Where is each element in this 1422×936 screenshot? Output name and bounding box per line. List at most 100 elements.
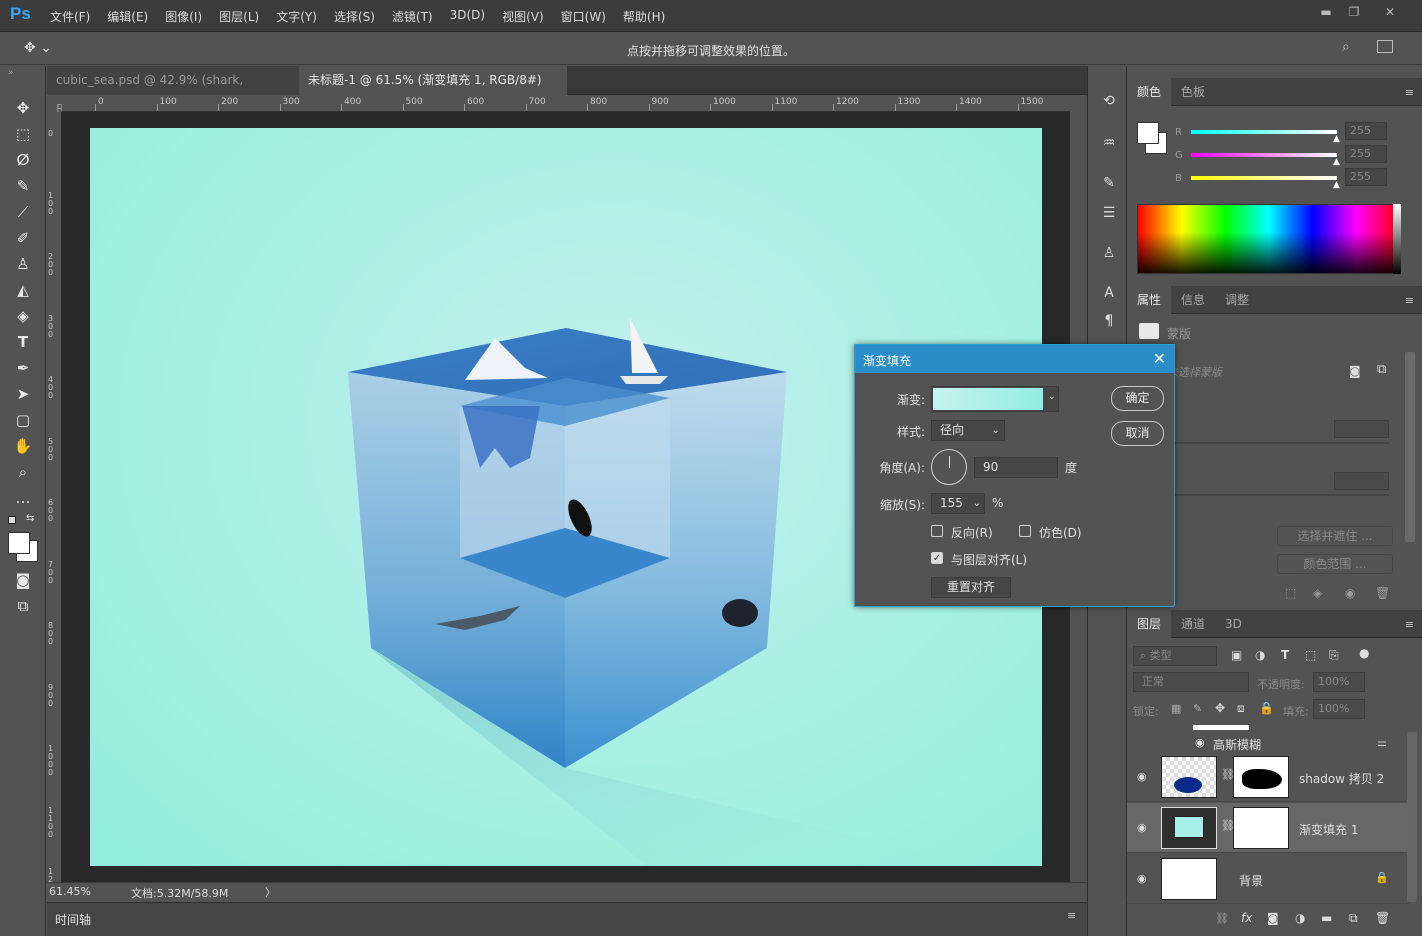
stamp-tool-icon[interactable]: ♙ (12, 254, 34, 274)
pen-tool-icon[interactable]: ✒ (12, 358, 34, 378)
apply-mask-icon[interactable]: ◈ (1313, 586, 1322, 600)
reverse-label[interactable]: 反向(R) (951, 524, 993, 541)
new-group-icon[interactable]: ▬ (1321, 911, 1332, 925)
lock-all-icon[interactable]: 🔒 (1259, 701, 1274, 715)
paint-bucket-tool-icon[interactable]: ◈ (12, 306, 34, 326)
shape-tool-icon[interactable]: ▢ (12, 410, 34, 430)
delete-mask-icon[interactable]: 🗑 (1375, 586, 1390, 600)
layer-shadow-copy-2[interactable]: ◉ ⛓ shadow 拷贝 2 (1127, 752, 1409, 802)
brush-presets-icon[interactable]: ♒ (1098, 132, 1120, 154)
default-colors-icon[interactable] (8, 516, 16, 524)
slider-thumb-icon[interactable]: ▲ (1333, 157, 1340, 167)
panel-menu-icon[interactable]: ≡ (1067, 909, 1076, 922)
lasso-tool-icon[interactable]: ⵁ (12, 150, 34, 170)
eraser-tool-icon[interactable]: ◭ (12, 280, 34, 300)
align-with-layer-checkbox[interactable]: ✓ (931, 552, 943, 564)
menu-item[interactable]: 编辑(E) (107, 8, 148, 25)
quick-select-tool-icon[interactable]: ✎ (12, 176, 34, 196)
collapse-toolbar-icon[interactable]: » (8, 68, 14, 78)
history-panel-icon[interactable]: ⟲ (1098, 90, 1120, 112)
density-field[interactable] (1334, 420, 1389, 438)
filter-adjustment-icon[interactable]: ◑ (1255, 648, 1265, 662)
slider-thumb-icon[interactable]: ▲ (1333, 134, 1340, 144)
menu-item[interactable]: 滤镜(T) (392, 8, 433, 25)
panel-menu-icon[interactable]: ≡ (1405, 294, 1414, 307)
minimize-button[interactable]: ▬ (1314, 4, 1338, 20)
align-with-layer-label[interactable]: 与图层对齐(L) (951, 551, 1027, 568)
reverse-checkbox[interactable] (931, 525, 943, 537)
character-panel-icon[interactable]: A (1098, 282, 1120, 304)
screen-mode-icon[interactable]: ⧉ (12, 596, 34, 616)
filter-options-icon[interactable]: ⚌ (1377, 736, 1387, 749)
swap-colors-icon[interactable]: ⇆ (26, 513, 34, 524)
lock-transparent-icon[interactable]: ▦ (1171, 702, 1181, 715)
channel-value[interactable]: 255 (1345, 168, 1387, 186)
tab-swatches[interactable]: 色板 (1171, 78, 1215, 106)
properties-scrollbar[interactable] (1405, 352, 1415, 542)
reset-alignment-button[interactable]: 重置对齐 (931, 577, 1011, 598)
menu-item[interactable]: 文字(Y) (276, 8, 317, 25)
filter-smart-object-icon[interactable]: ⎘ (1329, 648, 1339, 663)
filter-pixel-icon[interactable]: ▣ (1231, 648, 1242, 662)
lock-artboard-icon[interactable]: ⧈ (1237, 701, 1245, 716)
marquee-tool-icon[interactable]: ⬚ (12, 124, 34, 144)
clone-source-icon[interactable]: ♙ (1098, 242, 1120, 264)
layer-gradient-fill-1[interactable]: ◉ ⛓ 渐变填充 1 (1127, 803, 1409, 853)
filter-toggle-icon[interactable]: ● (1359, 646, 1369, 660)
eye-icon[interactable]: ◉ (1137, 770, 1147, 783)
quick-mask-icon[interactable]: ◙ (12, 570, 34, 590)
move-tool-icon[interactable]: ✥ (12, 98, 34, 118)
channel-slider[interactable] (1191, 130, 1337, 134)
tab-cubic-sea[interactable]: cubic_sea.psd @ 42.9% (shark, RGB/8#) *× (47, 66, 299, 116)
visibility-icon[interactable]: ◉ (1345, 586, 1355, 600)
layer-background[interactable]: ◉ 背景 🔒 (1127, 854, 1409, 904)
eyedropper-tool-icon[interactable]: ⟋ (12, 202, 34, 222)
restore-button[interactable]: ❐ (1342, 4, 1366, 20)
workspace-icon[interactable] (1377, 40, 1393, 53)
tab-untitled-1[interactable]: 未标题-1 @ 61.5% (渐变填充 1, RGB/8#) *× (299, 66, 567, 116)
paragraph-panel-icon[interactable]: ¶ (1098, 310, 1120, 332)
new-layer-icon[interactable]: ⧉ (1349, 911, 1358, 926)
filter-visibility-icon[interactable]: ◉ (1195, 736, 1205, 749)
zoom-tool-icon[interactable]: ⌕ (12, 462, 34, 482)
color-spectrum[interactable] (1137, 204, 1401, 274)
grayscale-ramp[interactable] (1393, 204, 1401, 274)
layer-filter-select[interactable]: ⌕ 类型 (1133, 646, 1217, 666)
smart-filter-name[interactable]: 高斯模糊 (1213, 736, 1261, 753)
eye-icon[interactable]: ◉ (1137, 872, 1147, 885)
menu-item[interactable]: 帮助(H) (623, 8, 665, 25)
link-layers-icon[interactable]: ⛓ (1215, 912, 1229, 925)
menu-item[interactable]: 3D(D) (450, 8, 485, 25)
select-and-mask-button[interactable]: 选择并遮住 ... (1277, 526, 1393, 546)
fx-icon[interactable]: fx (1241, 911, 1252, 925)
slider-thumb-icon[interactable]: ▲ (1333, 180, 1340, 190)
adjustment-layer-icon[interactable]: ◑ (1295, 911, 1305, 925)
close-icon[interactable]: ✕ (1153, 349, 1166, 368)
menu-item[interactable]: 视图(V) (502, 8, 544, 25)
layer-mask-thumbnail[interactable] (1233, 756, 1289, 798)
close-button[interactable]: ✕ (1378, 4, 1402, 20)
channel-slider[interactable] (1191, 176, 1337, 180)
gradient-picker[interactable]: ⌄ (931, 386, 1059, 412)
opacity-field[interactable]: 100% (1313, 672, 1365, 692)
ok-button[interactable]: 确定 (1111, 386, 1164, 411)
path-select-tool-icon[interactable]: ➤ (12, 384, 34, 404)
lock-pixels-icon[interactable]: ✎ (1193, 702, 1202, 715)
foreground-color-swatch[interactable] (1137, 122, 1159, 144)
chevron-down-icon[interactable]: ⌄ (973, 494, 981, 513)
blend-mode-select[interactable]: 正常 (1133, 672, 1249, 692)
gradient-preview[interactable] (933, 388, 1043, 410)
timeline-tab[interactable]: 时间轴 (55, 911, 91, 928)
search-icon[interactable]: ⌕ (1342, 39, 1350, 55)
delete-layer-icon[interactable]: 🗑 (1375, 911, 1390, 925)
layer-mask-thumbnail[interactable] (1233, 807, 1289, 849)
menu-item[interactable]: 文件(F) (50, 8, 90, 25)
tab-3d[interactable]: 3D (1215, 610, 1252, 638)
menu-item[interactable]: 窗口(W) (561, 8, 606, 25)
cancel-button[interactable]: 取消 (1111, 421, 1164, 446)
dither-label[interactable]: 仿色(D) (1039, 524, 1082, 541)
channel-value[interactable]: 255 (1345, 145, 1387, 163)
tab-layers[interactable]: 图层 (1127, 610, 1172, 638)
panel-menu-icon[interactable]: ≡ (1405, 618, 1414, 631)
menu-item[interactable]: 图层(L) (219, 8, 259, 25)
